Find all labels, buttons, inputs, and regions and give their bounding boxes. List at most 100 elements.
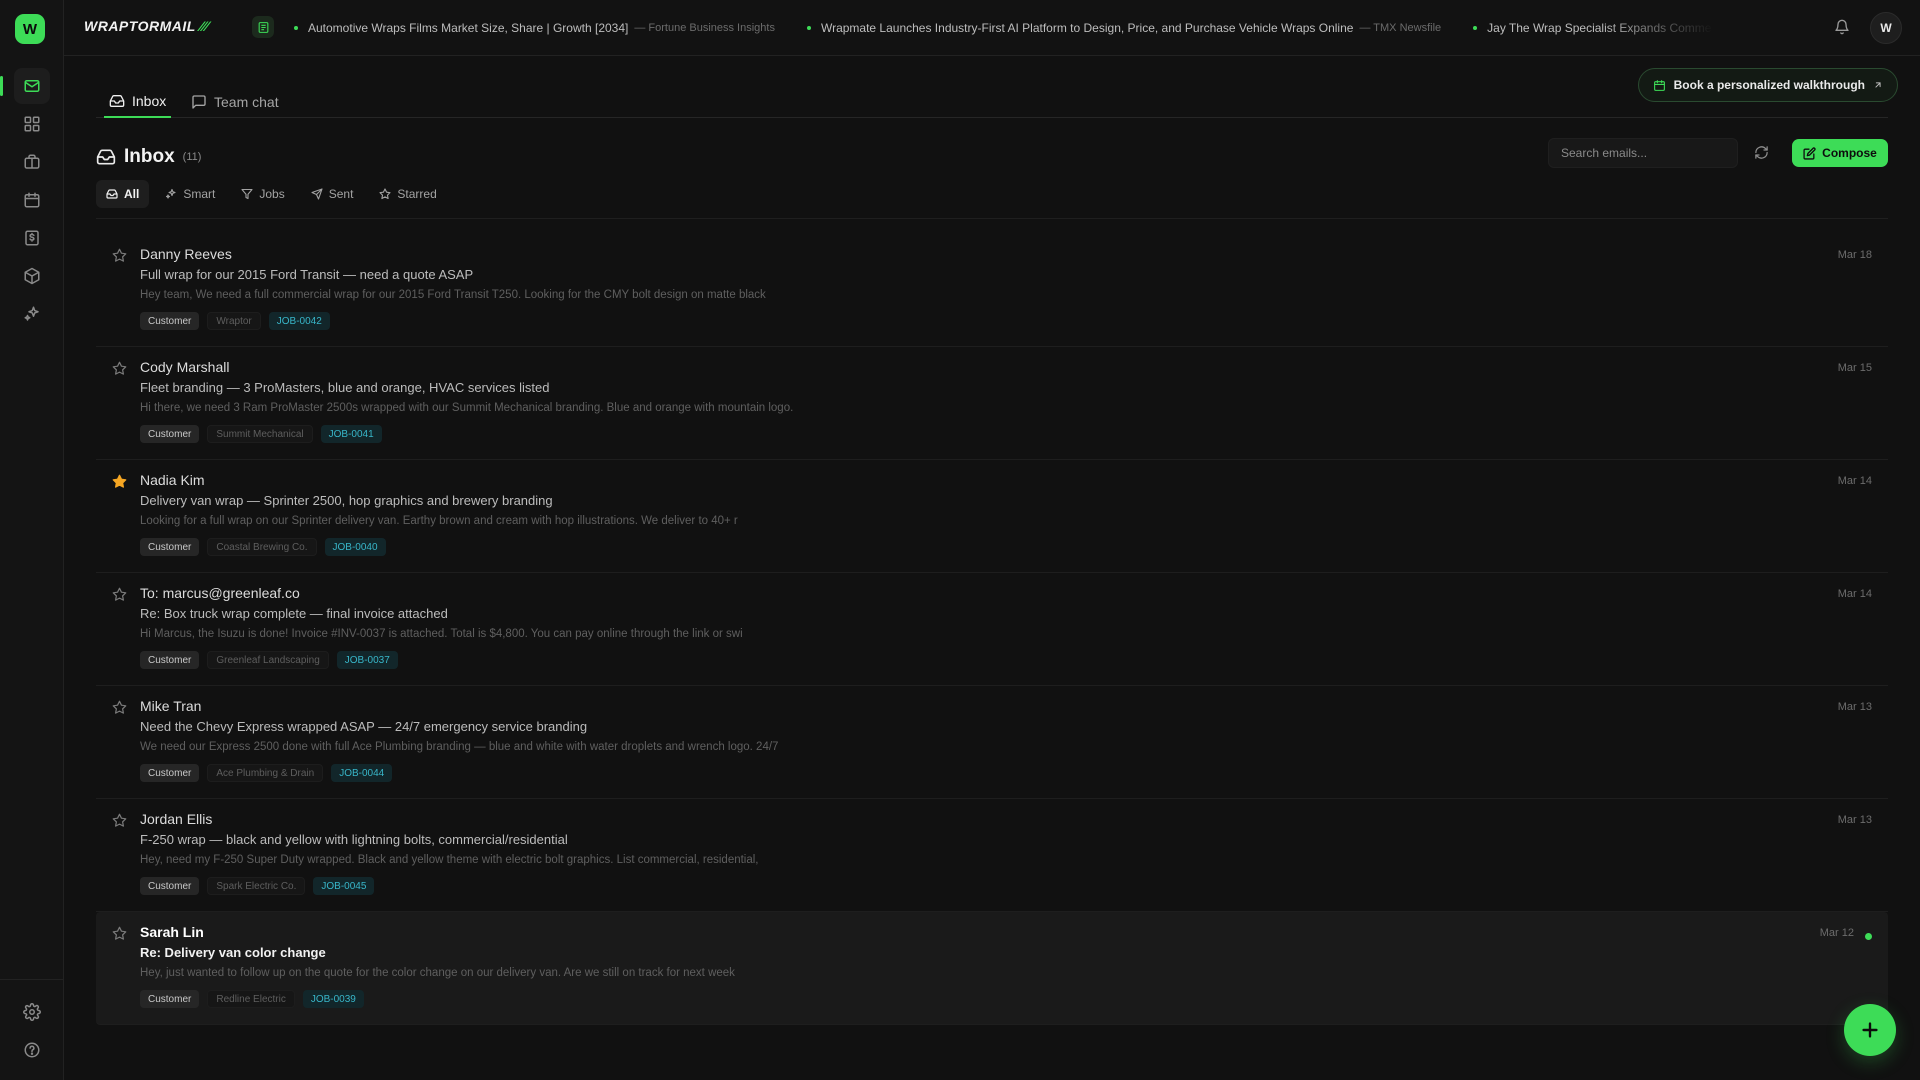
email-preview: We need our Express 2500 done with full … xyxy=(140,741,779,753)
email-row[interactable]: Cody Marshall Fleet branding — 3 ProMast… xyxy=(96,347,1888,460)
list-divider xyxy=(96,218,1888,219)
email-row[interactable]: Danny Reeves Full wrap for our 2015 Ford… xyxy=(96,234,1888,347)
email-row[interactable]: Nadia Kim Delivery van wrap — Sprinter 2… xyxy=(96,460,1888,573)
main-content: Inbox Team chat Book a personalized walk… xyxy=(96,56,1898,1080)
star-toggle[interactable] xyxy=(112,813,127,828)
contact-type-badge: Customer xyxy=(140,990,200,1008)
filter-starred[interactable]: Starred xyxy=(369,180,446,208)
search-input[interactable] xyxy=(1548,138,1738,168)
rail-item-calendar[interactable] xyxy=(14,182,50,218)
user-avatar[interactable]: W xyxy=(1870,12,1902,44)
email-sender: Sarah Lin xyxy=(140,924,204,940)
brand-name: WRAPTORMAIL xyxy=(84,18,196,34)
email-row[interactable]: To: marcus@greenleaf.co Re: Box truck wr… xyxy=(96,573,1888,686)
email-date: Mar 14 xyxy=(1837,588,1872,600)
inbox-icon xyxy=(106,189,118,199)
rail-item-dashboard[interactable] xyxy=(14,106,50,142)
contact-type-badge: Customer xyxy=(140,877,200,895)
email-date: Mar 12 xyxy=(1819,927,1854,939)
job-badge[interactable]: JOB-0041 xyxy=(320,425,382,443)
star-icon xyxy=(112,926,127,940)
send-icon xyxy=(311,188,323,200)
star-toggle[interactable] xyxy=(112,587,127,602)
inbox-count: (11) xyxy=(182,151,202,163)
email-row[interactable]: Sarah Lin Re: Delivery van color change … xyxy=(96,912,1888,1025)
rail-item-inventory[interactable] xyxy=(14,258,50,294)
rail-item-ai[interactable] xyxy=(14,296,50,332)
tab-team-chat[interactable]: Team chat xyxy=(186,86,284,118)
job-badge[interactable]: JOB-0037 xyxy=(336,651,398,669)
job-badge[interactable]: JOB-0039 xyxy=(302,990,364,1008)
rail-item-jobs[interactable] xyxy=(14,144,50,180)
email-subject: Need the Chevy Express wrapped ASAP — 24… xyxy=(140,719,588,734)
email-subject: Delivery van wrap — Sprinter 2500, hop g… xyxy=(140,493,553,508)
app-logo[interactable]: W xyxy=(15,14,45,44)
star-toggle[interactable] xyxy=(112,926,127,941)
compose-icon xyxy=(1803,146,1816,160)
tab-inbox[interactable]: Inbox xyxy=(104,86,172,118)
tab-label: Inbox xyxy=(132,93,167,109)
email-sender: Danny Reeves xyxy=(140,246,232,262)
filter-sent[interactable]: Sent xyxy=(301,180,364,208)
rail-divider xyxy=(0,979,64,980)
contact-type-badge: Customer xyxy=(140,764,200,782)
email-row[interactable]: Mike Tran Need the Chevy Express wrapped… xyxy=(96,686,1888,799)
star-icon xyxy=(112,248,127,262)
tab-label: Team chat xyxy=(214,94,279,110)
email-tags: Customer Greenleaf Landscaping JOB-0037 xyxy=(140,651,398,669)
star-toggle[interactable] xyxy=(112,700,127,715)
compose-button[interactable]: Compose xyxy=(1792,139,1888,167)
job-badge[interactable]: JOB-0040 xyxy=(324,538,386,556)
news-source: — TMX Newsfile xyxy=(1359,22,1442,34)
job-badge[interactable]: JOB-0044 xyxy=(331,764,393,782)
brand-logo[interactable]: WRAPTORMAIL ⁄⁄⁄ xyxy=(84,18,208,34)
email-preview: Hi there, we need 3 Ram ProMaster 2500s … xyxy=(140,402,794,414)
star-icon xyxy=(112,587,127,601)
unread-indicator xyxy=(1865,933,1872,940)
job-badge[interactable]: JOB-0042 xyxy=(268,312,330,330)
news-dot xyxy=(806,26,811,30)
calendar-icon xyxy=(24,192,40,208)
news-title: Wrapmate Launches Industry-First AI Plat… xyxy=(820,21,1354,35)
news-item[interactable]: Wrapmate Launches Industry-First AI Plat… xyxy=(806,21,1442,35)
book-walkthrough-button[interactable]: Book a personalized walkthrough xyxy=(1637,68,1898,102)
grid-icon xyxy=(24,116,40,132)
left-rail: W xyxy=(0,0,64,1080)
star-toggle[interactable] xyxy=(112,248,127,263)
star-icon xyxy=(379,188,391,200)
refresh-button[interactable] xyxy=(1754,145,1769,160)
filter-jobs[interactable]: Jobs xyxy=(231,180,294,208)
email-list: Danny Reeves Full wrap for our 2015 Ford… xyxy=(96,234,1888,1025)
brand-badge[interactable] xyxy=(252,16,274,38)
job-badge[interactable]: JOB-0045 xyxy=(313,877,375,895)
star-icon xyxy=(112,361,127,375)
email-subject: F-250 wrap — black and yellow with light… xyxy=(140,832,568,847)
company-badge: Redline Electric xyxy=(207,990,295,1008)
calendar-icon xyxy=(1653,79,1665,91)
new-action-button[interactable] xyxy=(1844,1004,1896,1056)
filter-smart[interactable]: Smart xyxy=(155,180,225,208)
news-item[interactable]: Jay The Wrap Specialist Expands Commerci… xyxy=(1473,21,1714,35)
star-toggle[interactable] xyxy=(112,474,127,489)
external-arrow-icon xyxy=(1875,82,1881,88)
email-sender: Mike Tran xyxy=(140,698,202,714)
email-row[interactable]: Jordan Ellis F-250 wrap — black and yell… xyxy=(96,799,1888,912)
email-sender: Nadia Kim xyxy=(140,472,205,488)
rail-item-help[interactable] xyxy=(14,1032,50,1068)
filter-all[interactable]: All xyxy=(96,180,150,208)
contact-type-badge: Customer xyxy=(140,538,200,556)
email-preview: Hi Marcus, the Isuzu is done! Invoice #I… xyxy=(140,628,743,640)
star-toggle[interactable] xyxy=(112,361,127,376)
filter-label: Jobs xyxy=(259,187,285,201)
news-item[interactable]: Automotive Wraps Films Market Size, Shar… xyxy=(294,21,775,35)
rail-item-settings[interactable] xyxy=(14,994,50,1030)
filter-label: Smart xyxy=(183,187,216,201)
filter-label: Starred xyxy=(397,187,437,201)
company-badge: Wraptor xyxy=(207,312,261,330)
top-bar: WRAPTORMAIL ⁄⁄⁄ Automotive Wraps Films M… xyxy=(64,0,1920,56)
invoice-icon xyxy=(25,230,39,246)
rail-item-invoices[interactable] xyxy=(14,220,50,256)
rail-item-mail[interactable] xyxy=(0,68,50,104)
filter-label: All xyxy=(124,187,140,201)
notifications-button[interactable] xyxy=(1834,19,1850,35)
